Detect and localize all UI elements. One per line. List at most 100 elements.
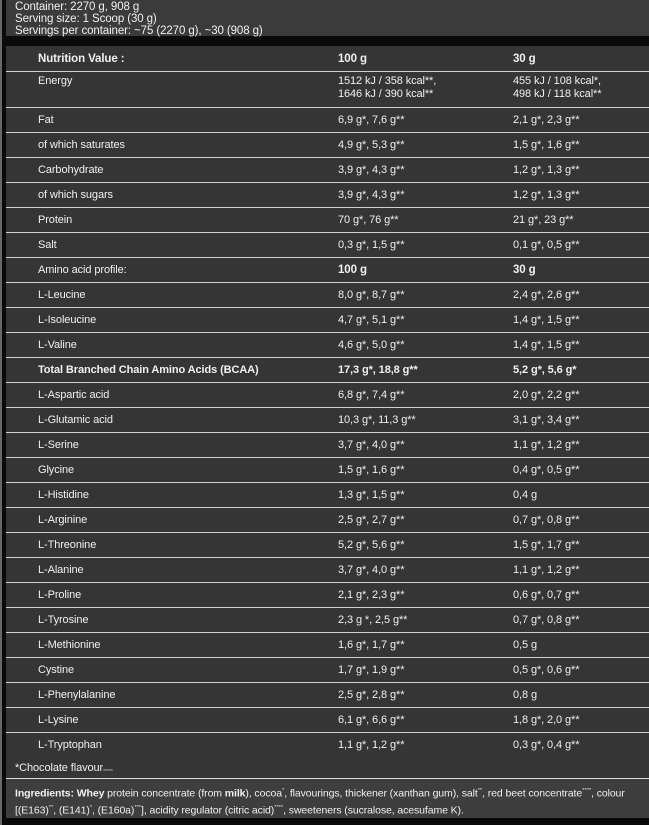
ingredient-superscript: *: [282, 788, 284, 794]
ingredient-segment: protein concentrate (from: [104, 788, 224, 800]
column-header-30g: 30 g: [513, 53, 649, 65]
value-100g: 3,7 g*, 4,0 g**: [338, 564, 513, 576]
nutrient-label: Protein: [6, 214, 338, 226]
nutrient-label: L-Tyrosine: [6, 614, 338, 626]
table-row: of which sugars3,9 g*, 4,3 g**1,2 g*, 1,…: [6, 183, 649, 208]
value-30g: 1,2 g*, 1,3 g**: [513, 189, 649, 201]
value-100g: 5,2 g*, 5,6 g**: [338, 539, 513, 551]
table-row: L-Glutamic acid10,3 g*, 11,3 g**3,1 g*, …: [6, 408, 649, 433]
label-edge-highlight: [0, 0, 2, 825]
table-row: Amino acid profile:100 g30 g: [6, 258, 649, 283]
ingredient-segment: , red beet concentrate: [482, 788, 582, 800]
value-30g: 1,5 g*, 1,7 g**: [513, 539, 649, 551]
value-30g: 1,4 g*, 1,5 g**: [513, 339, 649, 351]
table-row: L-Histidine1,3 g*, 1,5 g**0,4 g: [6, 483, 649, 508]
table-row: L-Leucine8,0 g*, 8,7 g**2,4 g*, 2,6 g**: [6, 283, 649, 308]
value-100g: 6,9 g*, 7,6 g**: [338, 114, 513, 126]
table-row: L-Tyrosine2,3 g *, 2,5 g**0,7 g*, 0,8 g*…: [6, 608, 649, 633]
nutrient-label: Amino acid profile:: [6, 264, 338, 276]
nutrient-label: L-Phenylalanine: [6, 689, 338, 701]
value-100g: 100 g: [338, 264, 513, 276]
ingredient-segment: ), cocoa: [245, 788, 282, 800]
nutrient-label: L-Tryptophan: [6, 739, 338, 751]
package-info-block: Container: 2270 g, 908 g Serving size: 1…: [6, 0, 649, 36]
ingredient-superscript: *: [90, 805, 92, 811]
nutrient-label: Total Branched Chain Amino Acids (BCAA): [6, 364, 338, 376]
value-100g: 3,7 g*, 4,0 g**: [338, 439, 513, 451]
table-rows: Energy1512 kJ / 358 kcal**,1646 kJ / 390…: [6, 72, 649, 757]
table-row: Glycine1,5 g*, 1,6 g**0,4 g*, 0,5 g**: [6, 458, 649, 483]
ingredient-superscript: **: [49, 805, 53, 811]
ingredient-segment: , (E141): [53, 805, 90, 817]
value-100g: 3,9 g*, 4,3 g**: [338, 189, 513, 201]
nutrient-label: L-Methionine: [6, 639, 338, 651]
value-100g: 6,1 g*, 6,6 g**: [338, 714, 513, 726]
table-row: L-Lysine6,1 g*, 6,6 g**1,8 g*, 2,0 g**: [6, 708, 649, 733]
nutrient-label: of which sugars: [6, 189, 338, 201]
value-100g: 3,9 g*, 4,3 g**: [338, 164, 513, 176]
nutrition-label-page: { "colors": { "page_bg": "#0a0a0a", "blo…: [0, 0, 649, 825]
nutrient-label: L-Isoleucine: [6, 314, 338, 326]
nutrient-label: Cystine: [6, 664, 338, 676]
value-100g: 1,3 g*, 1,5 g**: [338, 489, 513, 501]
value-100g: 1,1 g*, 1,2 g**: [338, 739, 513, 751]
table-header-row: Nutrition Value : 100 g 30 g: [6, 46, 649, 72]
value-30g: 0,8 g: [513, 689, 649, 701]
value-100g: 4,9 g*, 5,3 g**: [338, 139, 513, 151]
value-30g: 0,1 g*, 0,5 g**: [513, 239, 649, 251]
table-row: L-Tryptophan1,1 g*, 1,2 g**0,3 g*, 0,4 g…: [6, 733, 649, 757]
value-30g: 1,1 g*, 1,2 g**: [513, 439, 649, 451]
value-100g: 8,0 g*, 8,7 g**: [338, 289, 513, 301]
nutrient-label: L-Valine: [6, 339, 338, 351]
footnote-chocolate-flavour: *Chocolate flavour*****: [15, 762, 649, 779]
ingredient-segment: , (E160a): [92, 805, 134, 817]
value-30g: 3,1 g*, 3,4 g**: [513, 414, 649, 426]
table-row: L-Arginine2,5 g*, 2,7 g**0,7 g*, 0,8 g**: [6, 508, 649, 533]
table-row: Salt0,3 g*, 1,5 g**0,1 g*, 0,5 g**: [6, 233, 649, 258]
value-100g: 2,5 g*, 2,8 g**: [338, 689, 513, 701]
value-100g: 2,1 g*, 2,3 g**: [338, 589, 513, 601]
table-row: Carbohydrate3,9 g*, 4,3 g**1,2 g*, 1,3 g…: [6, 158, 649, 183]
nutrient-label: Fat: [6, 114, 338, 126]
value-30g: 5,2 g*, 5,6 g*: [513, 364, 649, 376]
table-row: Total Branched Chain Amino Acids (BCAA)1…: [6, 358, 649, 383]
ingredient-segment: Whey: [77, 788, 105, 800]
table-row: L-Proline2,1 g*, 2,3 g**0,6 g*, 0,7 g**: [6, 583, 649, 608]
value-100g: 2,3 g *, 2,5 g**: [338, 614, 513, 626]
ingredients-text: Ingredients: Whey protein concentrate (f…: [15, 784, 639, 818]
value-30g: 0,5 g: [513, 639, 649, 651]
table-row: Cystine1,7 g*, 1,9 g**0,5 g*, 0,6 g**: [6, 658, 649, 683]
value-30g: 2,0 g*, 2,2 g**: [513, 389, 649, 401]
nutrient-label: L-Aspartic acid: [6, 389, 338, 401]
column-header-nutrition-value: Nutrition Value :: [6, 53, 338, 65]
value-30g: 0,6 g*, 0,7 g**: [513, 589, 649, 601]
value-30g: 0,5 g*, 0,6 g**: [513, 664, 649, 676]
table-row: Fat6,9 g*, 7,6 g**2,1 g*, 2,3 g**: [6, 108, 649, 133]
servings-per-container-text: Servings per container: ~75 (2270 g), ~3…: [15, 25, 649, 37]
nutrient-label: L-Alanine: [6, 564, 338, 576]
ingredient-superscript: ****: [582, 788, 591, 794]
value-100g: 1,7 g*, 1,9 g**: [338, 664, 513, 676]
table-row: L-Threonine5,2 g*, 5,6 g**1,5 g*, 1,7 g*…: [6, 533, 649, 558]
ingredient-segment: milk: [225, 788, 246, 800]
nutrient-label: L-Glutamic acid: [6, 414, 338, 426]
value-30g: 30 g: [513, 264, 649, 276]
ingredient-superscript: **: [478, 788, 482, 794]
value-30g: 21 g*, 23 g**: [513, 214, 649, 226]
ingredient-segment: , sweeteners (sucralose, acesufame K).: [283, 805, 464, 817]
serving-size-text: Serving size: 1 Scoop (30 g): [15, 13, 649, 25]
table-row: L-Isoleucine4,7 g*, 5,1 g**1,4 g*, 1,5 g…: [6, 308, 649, 333]
value-30g: 1,1 g*, 1,2 g**: [513, 564, 649, 576]
table-row: L-Phenylalanine2,5 g*, 2,8 g**0,8 g: [6, 683, 649, 708]
container-size-text: Container: 2270 g, 908 g: [15, 1, 649, 13]
nutrient-label: L-Leucine: [6, 289, 338, 301]
value-30g: 455 kJ / 108 kcal*,498 kJ / 118 kcal**: [513, 75, 649, 101]
value-100g: 0,3 g*, 1,5 g**: [338, 239, 513, 251]
value-30g: 0,7 g*, 0,8 g**: [513, 614, 649, 626]
value-30g: 2,1 g*, 2,3 g**: [513, 114, 649, 126]
value-100g: 4,6 g*, 5,0 g**: [338, 339, 513, 351]
nutrition-table: Nutrition Value : 100 g 30 g Energy1512 …: [6, 46, 649, 794]
nutrient-label: of which saturates: [6, 139, 338, 151]
table-row: L-Serine3,7 g*, 4,0 g**1,1 g*, 1,2 g**: [6, 433, 649, 458]
table-row: Energy1512 kJ / 358 kcal**,1646 kJ / 390…: [6, 72, 649, 108]
